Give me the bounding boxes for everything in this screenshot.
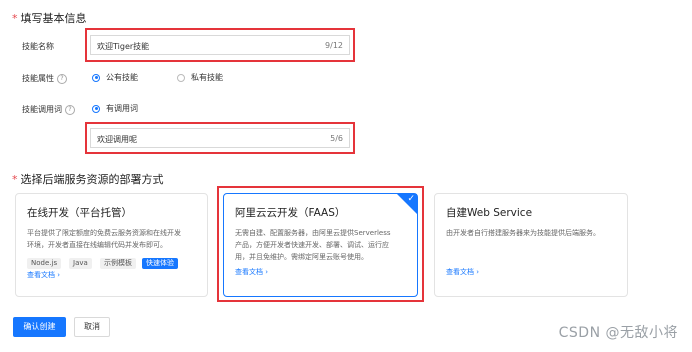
card-desc-line: 环境，开发者直接在线编辑代码并发布即可。 bbox=[27, 241, 167, 249]
card-title: 阿里云云开发（FAAS） bbox=[235, 207, 346, 219]
radio-private-skill[interactable]: 私有技能 bbox=[177, 72, 223, 83]
view-docs-link[interactable]: 查看文档 › bbox=[446, 267, 479, 277]
invoke-word-value: 欢迎调用呢 bbox=[97, 135, 137, 144]
card-desc-line: 无需自建、配置服务器，由阿里云提供Serverless bbox=[235, 229, 391, 237]
required-mark: * bbox=[12, 173, 18, 186]
card-title: 在线开发（平台托管） bbox=[27, 207, 132, 219]
deploy-section-title: * 选择后端服务资源的部署方式 bbox=[12, 171, 164, 187]
card-aliyun-faas[interactable]: ✓ 阿里云云开发（FAAS） 无需自建、配置服务器，由阿里云提供Serverle… bbox=[223, 193, 418, 297]
invoke-word-input[interactable]: 欢迎调用呢 5/6 bbox=[90, 128, 350, 148]
cancel-button[interactable]: 取消 bbox=[74, 317, 110, 337]
card-desc-line: 用，并且免维护。需绑定阿里云账号使用。 bbox=[235, 253, 368, 261]
radio-has-invoke-word[interactable]: 有调用词 bbox=[92, 103, 138, 114]
radio-private-label: 私有技能 bbox=[191, 73, 223, 82]
radio-public-label: 公有技能 bbox=[106, 73, 138, 82]
card-self-hosted-web-service[interactable]: 自建Web Service 由开发者自行搭建服务器来为技能提供后端服务。 查看文… bbox=[434, 193, 628, 297]
help-icon[interactable]: ? bbox=[57, 73, 67, 84]
invoke-word-label-text: 技能调用词 bbox=[22, 105, 62, 114]
card-description: 平台提供了限定额度的免费云服务资源和在线开发 环境，开发者直接在线编辑代码并发布… bbox=[27, 227, 181, 251]
radio-unchecked-icon bbox=[177, 73, 185, 82]
chevron-right-icon: › bbox=[265, 268, 269, 276]
tag-quick-try[interactable]: 快速体验 bbox=[142, 258, 178, 269]
basic-info-title-text: 填写基本信息 bbox=[20, 12, 87, 25]
card-title: 自建Web Service bbox=[446, 207, 533, 219]
confirm-create-button[interactable]: 确认创建 bbox=[13, 317, 66, 337]
chevron-right-icon: › bbox=[57, 271, 61, 279]
invoke-word-label: 技能调用词? bbox=[22, 104, 75, 115]
chevron-right-icon: › bbox=[476, 268, 480, 276]
tag-java[interactable]: Java bbox=[69, 258, 92, 269]
invoke-word-counter: 5/6 bbox=[330, 134, 343, 143]
deploy-section-title-text: 选择后端服务资源的部署方式 bbox=[20, 173, 164, 186]
view-docs-text: 查看文档 bbox=[235, 268, 263, 276]
tag-sample-template[interactable]: 示例模板 bbox=[100, 258, 136, 269]
view-docs-link[interactable]: 查看文档 › bbox=[235, 267, 268, 277]
card-description: 由开发者自行搭建服务器来为技能提供后端服务。 bbox=[446, 227, 600, 239]
skill-attr-label: 技能属性? bbox=[22, 73, 67, 84]
skill-name-value: 欢迎Tiger技能 bbox=[97, 42, 150, 51]
view-docs-text: 查看文档 bbox=[446, 268, 474, 276]
radio-checked-icon bbox=[92, 104, 100, 113]
skill-name-input[interactable]: 欢迎Tiger技能 9/12 bbox=[90, 35, 350, 55]
card-online-dev[interactable]: 在线开发（平台托管） 平台提供了限定额度的免费云服务资源和在线开发 环境，开发者… bbox=[15, 193, 208, 297]
basic-info-title: * 填写基本信息 bbox=[12, 10, 87, 26]
card-desc-line: 产品，方便开发者快速开发、部署、调试、运行应 bbox=[235, 241, 389, 249]
radio-has-invoke-label: 有调用词 bbox=[106, 104, 138, 113]
radio-checked-icon bbox=[92, 73, 100, 82]
card-desc-line: 平台提供了限定额度的免费云服务资源和在线开发 bbox=[27, 229, 181, 237]
view-docs-text: 查看文档 bbox=[27, 271, 55, 279]
watermark: CSDN @无敌小将 bbox=[558, 325, 678, 341]
check-icon: ✓ bbox=[407, 194, 415, 204]
card-desc-line: 由开发者自行搭建服务器来为技能提供后端服务。 bbox=[446, 229, 600, 237]
view-docs-link[interactable]: 查看文档 › bbox=[27, 270, 60, 280]
tag-nodejs[interactable]: Node.js bbox=[27, 258, 62, 269]
skill-attr-label-text: 技能属性 bbox=[22, 74, 54, 83]
skill-name-label: 技能名称 bbox=[22, 42, 54, 51]
required-mark: * bbox=[12, 12, 18, 25]
skill-name-counter: 9/12 bbox=[325, 41, 343, 50]
radio-public-skill[interactable]: 公有技能 bbox=[92, 72, 138, 83]
help-icon[interactable]: ? bbox=[65, 104, 75, 115]
card-description: 无需自建、配置服务器，由阿里云提供Serverless 产品，方便开发者快速开发… bbox=[235, 227, 391, 263]
